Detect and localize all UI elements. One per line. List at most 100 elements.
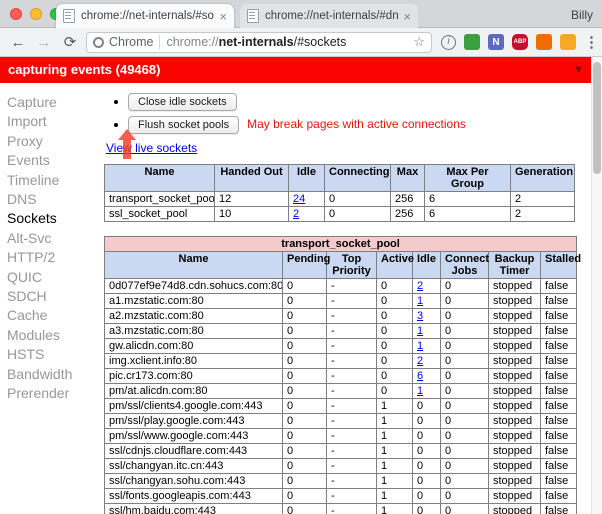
idle-count-link[interactable]: 2	[288, 206, 325, 222]
idle-count[interactable]: 0	[412, 458, 441, 474]
sidebar-item[interactable]: Bandwidth	[7, 365, 99, 384]
column-header: Connect Jobs	[440, 251, 489, 279]
column-header: Connecting	[324, 164, 391, 192]
socket-group-row: a1.mzstatic.com:80 0 - 0 1 0 stopped fal…	[104, 293, 578, 309]
group-name: a3.mzstatic.com:80	[104, 323, 283, 339]
socket-group-row: pm/at.alicdn.com:80 0 - 0 1 0 stopped fa…	[104, 383, 578, 399]
profile-name[interactable]: Billy	[571, 8, 593, 22]
flush-warning-text: May break pages with active connections	[247, 117, 466, 131]
idle-count[interactable]: 0	[412, 443, 441, 459]
column-header: Generation	[510, 164, 575, 192]
group-name: pm/at.alicdn.com:80	[104, 383, 283, 399]
sidebar-item[interactable]: Prerender	[7, 384, 99, 403]
socket-group-row: a2.mzstatic.com:80 0 - 0 3 0 stopped fal…	[104, 308, 578, 324]
reload-icon[interactable]: ⟳	[60, 33, 80, 51]
close-window-button[interactable]	[10, 8, 22, 20]
idle-count[interactable]: 6	[412, 368, 441, 384]
socket-pools-summary-table: Name Handed Out Idle Connecting Max Max …	[104, 164, 575, 222]
browser-menu-icon[interactable]: ⋮	[584, 33, 599, 51]
column-header: Handed Out	[214, 164, 289, 192]
idle-count[interactable]: 0	[412, 428, 441, 444]
scrollbar[interactable]	[591, 57, 602, 514]
summary-header-row: Name Handed Out Idle Connecting Max Max …	[104, 164, 575, 192]
group-name: pm/ssl/clients4.google.com:443	[104, 398, 283, 414]
column-header: Name	[104, 164, 215, 192]
scrollbar-thumb[interactable]	[593, 62, 601, 174]
sidebar-item[interactable]: QUIC	[7, 268, 99, 287]
extension-icon-adblock[interactable]: ABP	[512, 34, 528, 50]
pool-title: transport_socket_pool	[103, 236, 578, 252]
idle-count[interactable]: 0	[412, 503, 441, 514]
socket-group-row: pm/ssl/www.google.com:443 0 - 1 0 0 stop…	[104, 428, 578, 444]
tab-net-internals-sockets[interactable]: chrome://net-internals/#socke ×	[56, 4, 234, 28]
column-header: Max Per Group	[424, 164, 511, 192]
extension-icon-amber[interactable]	[560, 34, 576, 50]
socket-group-row: img.xclient.info:80 0 - 0 2 0 stopped fa…	[104, 353, 578, 369]
column-header: Name	[104, 251, 283, 279]
idle-count[interactable]: 3	[412, 308, 441, 324]
group-name: a1.mzstatic.com:80	[104, 293, 283, 309]
minimize-window-button[interactable]	[30, 8, 42, 20]
socket-group-row: ssl/fonts.googleapis.com:443 0 - 1 0 0 s…	[104, 488, 578, 504]
idle-count[interactable]: 0	[412, 413, 441, 429]
traffic-lights	[10, 8, 62, 20]
column-header: Idle	[288, 164, 325, 192]
pool-summary-row: transport_socket_pool 12 24 0 256 6 2	[104, 191, 575, 207]
idle-count[interactable]: 0	[412, 398, 441, 414]
sidebar-item[interactable]: HTTP/2	[7, 248, 99, 267]
capture-banner-text: capturing events (49468)	[8, 62, 161, 77]
sidebar-item[interactable]: Modules	[7, 326, 99, 345]
pool-title-row: transport_socket_pool	[103, 236, 578, 252]
sidebar-item[interactable]: Sockets	[7, 209, 99, 228]
tab-strip: chrome://net-internals/#socke × chrome:/…	[0, 0, 602, 28]
idle-count[interactable]: 2	[412, 278, 441, 294]
sidebar-item[interactable]: Events	[7, 151, 99, 170]
chrome-chip-label: Chrome	[109, 35, 154, 49]
idle-count[interactable]: 0	[412, 488, 441, 504]
sidebar-item[interactable]: Cache	[7, 306, 99, 325]
idle-count[interactable]: 1	[412, 338, 441, 354]
pool-summary-row: ssl_socket_pool 10 2 0 256 6 2	[104, 206, 575, 222]
bookmark-star-icon[interactable]: ☆	[413, 34, 425, 50]
idle-count[interactable]: 1	[412, 323, 441, 339]
close-idle-sockets-button[interactable]: Close idle sockets	[128, 93, 237, 111]
column-header: Active	[376, 251, 414, 279]
page-favicon-icon	[247, 9, 259, 23]
omnibox[interactable]: Chrome chrome://net-internals/#sockets ☆	[86, 31, 432, 53]
sidebar-item[interactable]: Timeline	[7, 171, 99, 190]
idle-count[interactable]: 2	[412, 353, 441, 369]
banner-dropdown-icon[interactable]: ▼	[573, 57, 584, 83]
url-scheme: chrome://	[166, 35, 219, 49]
extension-icon-indigo[interactable]: N	[488, 34, 504, 50]
tab-close-icon[interactable]: ×	[403, 10, 411, 23]
group-name: a2.mzstatic.com:80	[104, 308, 283, 324]
forward-icon[interactable]: →	[34, 34, 54, 51]
view-live-sockets-link[interactable]: View live sockets	[106, 141, 197, 155]
group-name: ssl/cdnjs.cloudflare.com:443	[104, 443, 283, 459]
idle-count[interactable]: 0	[412, 473, 441, 489]
idle-count[interactable]: 1	[412, 293, 441, 309]
sockets-view: Close idle sockets Flush socket pools May…	[103, 93, 585, 514]
sidebar-item[interactable]: Capture	[7, 93, 99, 112]
extension-icon-green[interactable]	[464, 34, 480, 50]
sidebar-item[interactable]: SDCH	[7, 287, 99, 306]
sidebar-item[interactable]: Alt-Svc	[7, 229, 99, 248]
sidebar-item[interactable]: DNS	[7, 190, 99, 209]
extension-icon-orange[interactable]	[536, 34, 552, 50]
socket-group-row: ssl/changyan.sohu.com:443 0 - 1 0 0 stop…	[104, 473, 578, 489]
sidebar-item[interactable]: Import	[7, 112, 99, 131]
idle-count-link[interactable]: 24	[288, 191, 325, 207]
column-header: Idle	[412, 251, 441, 279]
flush-socket-pools-button[interactable]: Flush socket pools	[128, 116, 240, 134]
sidebar-item[interactable]: Proxy	[7, 132, 99, 151]
group-name: gw.alicdn.com:80	[104, 338, 283, 354]
info-icon[interactable]: i	[441, 34, 456, 50]
group-name: ssl/hm.baidu.com:443	[104, 503, 283, 514]
back-icon[interactable]: ←	[8, 34, 28, 51]
tab-net-internals-dns[interactable]: chrome://net-internals/#dns ×	[240, 4, 418, 28]
sidebar-item[interactable]: HSTS	[7, 345, 99, 364]
url-host: net-internals	[218, 35, 294, 49]
pool-name: ssl_socket_pool	[104, 206, 215, 222]
tab-close-icon[interactable]: ×	[219, 10, 227, 23]
idle-count[interactable]: 1	[412, 383, 441, 399]
